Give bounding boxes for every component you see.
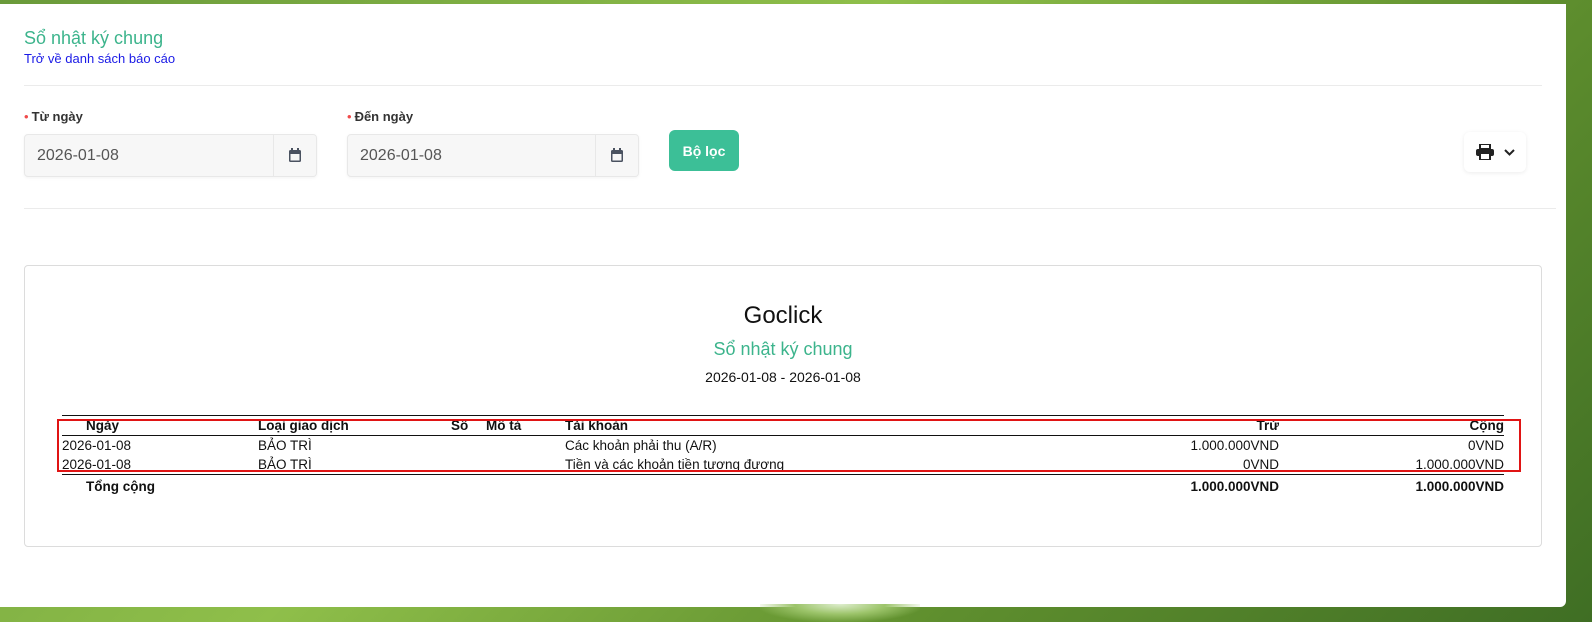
row-debit: 0VND: [1242, 457, 1279, 472]
column-header-date: Ngày: [86, 418, 120, 433]
to-date-field: • Đến ngày: [347, 108, 639, 177]
column-header-description: Mô tả: [486, 418, 522, 433]
row-credit: 1.000.000VND: [1415, 457, 1504, 472]
total-label: Tổng cộng: [86, 479, 155, 494]
to-date-picker: [347, 134, 639, 177]
row-account: Tiền và các khoản tiền tương đương: [565, 457, 785, 472]
from-date-input[interactable]: [25, 135, 273, 176]
required-mark: •: [347, 109, 352, 124]
to-date-input[interactable]: [348, 135, 595, 176]
to-date-calendar-button[interactable]: [595, 135, 638, 176]
row-account: Các khoản phải thu (A/R): [565, 438, 717, 453]
table-row: 2026-01-08 BẢO TRÌ Các khoản phải thu (A…: [62, 436, 1504, 455]
company-name: Goclick: [743, 302, 823, 329]
from-date-calendar-button[interactable]: [273, 135, 316, 176]
divider: [24, 85, 1542, 86]
from-date-field: • Từ ngày: [24, 108, 317, 177]
report-date-range: 2026-01-08 - 2026-01-08: [705, 369, 861, 385]
filter-button[interactable]: Bộ lọc: [669, 130, 739, 171]
print-dropdown-button[interactable]: [1464, 132, 1526, 172]
journal-table: Ngày Loại giao dịch Số Mô tả Tài khoản T…: [62, 415, 1504, 497]
column-header-type: Loại giao dịch: [258, 418, 349, 433]
column-header-number: Số: [451, 418, 469, 433]
table-row: 2026-01-08 BẢO TRÌ Tiền và các khoản tiề…: [62, 455, 1504, 474]
table-total-row: Tổng cộng 1.000.000VND 1.000.000VND: [62, 475, 1504, 497]
column-header-account: Tài khoản: [565, 418, 629, 433]
row-type: BẢO TRÌ: [258, 438, 312, 453]
to-date-label: Đến ngày: [354, 109, 414, 124]
background-leaf: [760, 604, 920, 622]
page-header: Sổ nhật ký chung Trở về danh sách báo cá…: [24, 26, 175, 68]
page-title: Sổ nhật ký chung: [24, 28, 164, 48]
page-container: Sổ nhật ký chung Trở về danh sách báo cá…: [0, 4, 1566, 607]
from-date-picker: [24, 134, 317, 177]
table-header-row: Ngày Loại giao dịch Số Mô tả Tài khoản T…: [62, 416, 1504, 435]
row-date: 2026-01-08: [62, 457, 132, 472]
calendar-icon: [289, 148, 301, 162]
total-debit: 1.000.000VND: [1190, 479, 1279, 494]
column-header-debit: Trừ: [1256, 418, 1279, 433]
calendar-icon: [611, 148, 623, 162]
divider: [24, 208, 1556, 209]
report-title: Sổ nhật ký chung: [713, 339, 853, 359]
chevron-down-icon: [1503, 148, 1515, 156]
row-type: BẢO TRÌ: [258, 457, 312, 472]
row-debit: 1.000.000VND: [1190, 438, 1279, 453]
column-header-credit: Cộng: [1469, 418, 1505, 433]
report-panel: Goclick Sổ nhật ký chung 2026-01-08 - 20…: [24, 265, 1542, 547]
from-date-label: Từ ngày: [31, 109, 83, 124]
required-mark: •: [24, 109, 29, 124]
row-date: 2026-01-08: [62, 438, 132, 453]
back-to-reports-link[interactable]: Trở về danh sách báo cáo: [24, 51, 175, 67]
row-credit: 0VND: [1467, 438, 1504, 453]
total-credit: 1.000.000VND: [1415, 479, 1504, 494]
printer-icon: [1475, 144, 1494, 160]
